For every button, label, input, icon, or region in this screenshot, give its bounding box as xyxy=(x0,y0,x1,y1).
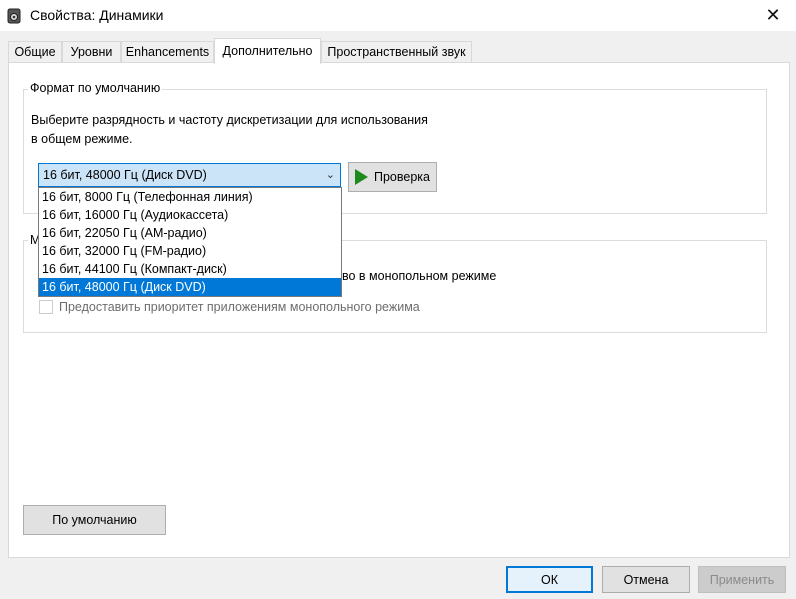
exclusive-control-option[interactable]: во в монопольном режиме xyxy=(342,269,496,283)
format-dropdown-list[interactable]: 16 бит, 8000 Гц (Телефонная линия) 16 би… xyxy=(38,187,342,297)
chevron-down-icon: ⌄ xyxy=(325,169,335,181)
apply-button[interactable]: Применить xyxy=(698,566,786,593)
exclusive-priority-option[interactable]: Предоставить приоритет приложениям моноп… xyxy=(39,300,420,314)
exclusive-priority-label: Предоставить приоритет приложениям моноп… xyxy=(59,300,420,314)
tab-enhancements[interactable]: Enhancements xyxy=(121,41,214,63)
format-option[interactable]: 16 бит, 22050 Гц (AM-радио) xyxy=(39,224,341,242)
speaker-icon xyxy=(7,8,21,24)
format-option-selected[interactable]: 16 бит, 48000 Гц (Диск DVD) xyxy=(39,278,341,296)
close-button[interactable]: ✕ xyxy=(750,0,796,31)
tab-general[interactable]: Общие xyxy=(8,41,62,63)
format-option[interactable]: 16 бит, 44100 Гц (Компакт-диск) xyxy=(39,260,341,278)
format-option[interactable]: 16 бит, 32000 Гц (FM-радио) xyxy=(39,242,341,260)
tab-spatial-sound[interactable]: Пространственный звук xyxy=(321,41,472,63)
window-title: Свойства: Динамики xyxy=(30,7,164,23)
format-description: Выберите разрядность и частоту дискретиз… xyxy=(31,111,451,149)
format-option[interactable]: 16 бит, 16000 Гц (Аудиокассета) xyxy=(39,206,341,224)
format-selected-value: 16 бит, 48000 Гц (Диск DVD) xyxy=(43,168,207,182)
cancel-button[interactable]: Отмена xyxy=(602,566,690,593)
format-option[interactable]: 16 бит, 8000 Гц (Телефонная линия) xyxy=(39,188,341,206)
tab-advanced[interactable]: Дополнительно xyxy=(214,38,321,64)
play-icon xyxy=(355,169,368,185)
tab-levels[interactable]: Уровни xyxy=(62,41,121,63)
exclusive-control-label: во в монопольном режиме xyxy=(342,269,497,283)
default-format-legend: Формат по умолчанию xyxy=(28,81,163,95)
description-line-1: Выберите разрядность и частоту дискретиз… xyxy=(31,113,428,127)
format-combobox[interactable]: 16 бит, 48000 Гц (Диск DVD) ⌄ xyxy=(38,163,341,187)
restore-defaults-button[interactable]: По умолчанию xyxy=(23,505,166,535)
description-line-2: в общем режиме. xyxy=(31,132,133,146)
close-icon: ✕ xyxy=(765,5,781,25)
test-button-label: Проверка xyxy=(374,170,430,184)
test-button[interactable]: Проверка xyxy=(348,162,437,192)
exclusive-priority-checkbox[interactable] xyxy=(39,300,53,314)
ok-button[interactable]: ОК xyxy=(506,566,593,593)
title-bar: Свойства: Динамики ✕ xyxy=(0,0,796,31)
